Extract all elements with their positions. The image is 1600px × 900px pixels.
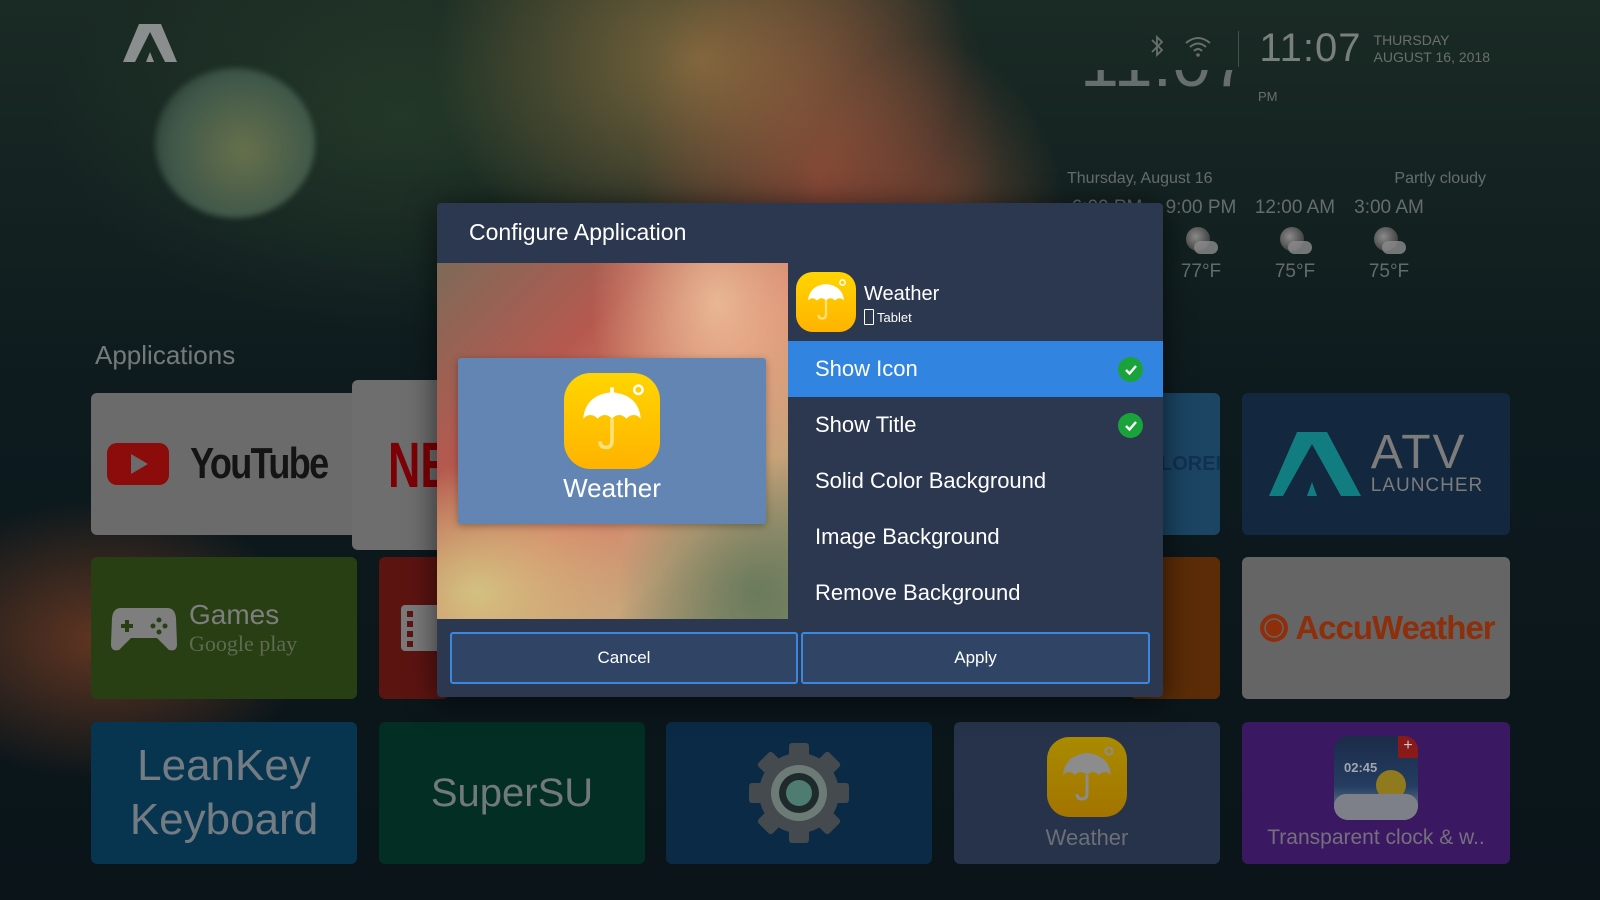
app-tile-label: Weather xyxy=(1045,825,1129,850)
bluetooth-icon xyxy=(1150,34,1164,64)
status-bar: 11:07 THURSDAY AUGUST 16, 2018 xyxy=(1150,26,1490,71)
weather-app-icon xyxy=(1047,737,1127,817)
forecast-item: 12:00 AM 75°F xyxy=(1248,197,1342,283)
device-type: Tablet xyxy=(864,309,912,325)
options-pane: Weather Tablet Show Icon Show Title Soli… xyxy=(788,263,1163,619)
app-tile-weather[interactable]: Weather xyxy=(954,722,1220,864)
forecast-time: 12:00 AM xyxy=(1254,197,1336,218)
app-header: Weather Tablet xyxy=(788,263,1163,341)
app-tile-leankey-keyboard[interactable]: LeanKey Keyboard xyxy=(91,722,357,864)
device-type-label: Tablet xyxy=(877,309,912,325)
forecast-temp: 75°F xyxy=(1368,261,1410,282)
umbrella-icon xyxy=(1063,746,1114,801)
option-label: Remove Background xyxy=(815,580,1021,605)
clock-preview-text: 02:45 xyxy=(1344,760,1378,775)
tile-preview: Weather xyxy=(437,263,788,619)
gamepad-icon xyxy=(111,608,177,651)
youtube-play-icon xyxy=(107,443,170,485)
atv-logo-icon xyxy=(1268,432,1361,496)
option-show-title[interactable]: Show Title xyxy=(788,397,1163,453)
applications-heading: Applications xyxy=(95,340,236,370)
forecast-time: 3:00 AM xyxy=(1354,197,1424,218)
forecast-item: 9:00 PM 77°F xyxy=(1154,197,1248,283)
app-tile-label: ATV xyxy=(1370,426,1467,479)
preview-tile: Weather xyxy=(458,358,766,524)
app-tile-sublabel: LAUNCHER xyxy=(1370,475,1484,496)
app-tile-transparent-clock[interactable]: + 02:45 Transparent clock & w.. xyxy=(1242,722,1510,864)
option-label: Show Title xyxy=(815,412,917,437)
clock-time: 11:07 xyxy=(1259,26,1362,70)
option-remove-background[interactable]: Remove Background xyxy=(788,565,1163,621)
moon-cloud-icon xyxy=(1278,227,1312,257)
app-tile-label: LeanKey xyxy=(137,741,311,790)
app-tile-accuweather[interactable]: AccuWeather xyxy=(1242,557,1510,699)
moon-cloud-icon xyxy=(1184,227,1218,257)
tablet-icon xyxy=(864,309,874,325)
status-divider xyxy=(1238,30,1240,67)
configure-application-dialog: Configure Application Weather Weather Ta… xyxy=(437,203,1163,697)
forecast-time: 9:00 PM xyxy=(1165,197,1237,218)
clock-full-date: AUGUST 16, 2018 xyxy=(1373,48,1490,65)
umbrella-icon xyxy=(583,384,644,450)
transparent-clock-icon: + 02:45 xyxy=(1334,736,1418,820)
clock-day: THURSDAY xyxy=(1373,31,1450,48)
widget-condition: Partly cloudy xyxy=(1394,170,1486,187)
cloud-icon xyxy=(1334,794,1418,820)
option-label: Show Icon xyxy=(815,356,918,381)
cancel-button[interactable]: Cancel xyxy=(450,632,798,684)
widget-big-clock: 11:07 xyxy=(1080,70,1250,104)
app-tile-label: AccuWeather xyxy=(1295,609,1495,646)
forecast-temp: 77°F xyxy=(1180,261,1222,282)
check-icon xyxy=(1118,413,1143,438)
atv-launcher-logo-icon xyxy=(123,24,177,62)
settings-gear-icon xyxy=(749,743,849,843)
app-name: Weather xyxy=(864,283,940,305)
app-tile-sublabel: Keyboard xyxy=(129,795,319,844)
film-icon xyxy=(401,605,441,651)
app-tile-youtube[interactable]: YouTube xyxy=(91,393,359,535)
option-solid-color-background[interactable]: Solid Color Background xyxy=(788,453,1163,509)
option-label: Solid Color Background xyxy=(815,468,1047,493)
app-tile-settings[interactable] xyxy=(666,722,932,864)
widget-date: Thursday, August 16 xyxy=(1067,170,1213,187)
option-show-icon[interactable]: Show Icon xyxy=(788,341,1163,397)
app-tile-label: SuperSU xyxy=(430,770,594,815)
plus-badge-icon: + xyxy=(1398,736,1418,758)
preview-label: Weather xyxy=(563,473,661,503)
weather-app-icon xyxy=(564,373,660,469)
app-tile-label: Games xyxy=(189,599,280,630)
app-tile-sublabel: Google play xyxy=(189,631,298,656)
weather-app-icon xyxy=(796,272,856,332)
umbrella-icon xyxy=(808,279,846,320)
app-tile-games-google-play[interactable]: Games Google play xyxy=(91,557,357,699)
moon-cloud-icon xyxy=(1372,227,1406,257)
check-icon xyxy=(1118,357,1143,382)
wallpaper-orb xyxy=(155,68,315,218)
app-tile-atv-launcher[interactable]: ATV LAUNCHER xyxy=(1242,393,1510,535)
widget-am-pm: PM xyxy=(1258,89,1278,104)
clock-date: THURSDAY AUGUST 16, 2018 xyxy=(1374,32,1490,66)
dialog-title: Configure Application xyxy=(469,219,687,245)
app-tile-supersu[interactable]: SuperSU xyxy=(379,722,645,864)
option-label: Image Background xyxy=(815,524,1000,549)
forecast-item: 3:00 AM 75°F xyxy=(1342,197,1436,283)
app-tile-label: Transparent clock & w.. xyxy=(1267,826,1485,849)
wifi-icon xyxy=(1184,35,1212,63)
app-tile-label: YouTube xyxy=(190,439,329,488)
option-image-background[interactable]: Image Background xyxy=(788,509,1163,565)
apply-button[interactable]: Apply xyxy=(801,632,1150,684)
forecast-temp: 75°F xyxy=(1274,261,1316,282)
accuweather-sun-icon xyxy=(1260,614,1289,642)
